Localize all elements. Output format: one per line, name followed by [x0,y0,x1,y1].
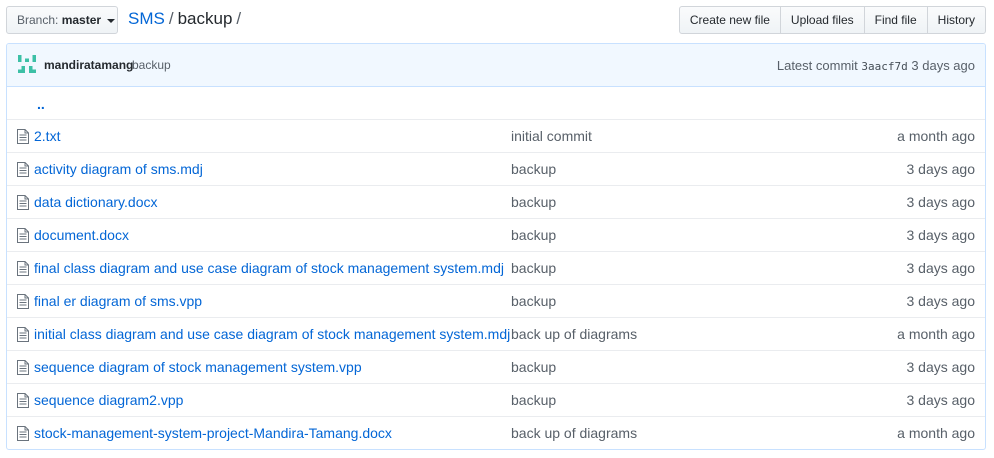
file-text-icon [17,360,29,375]
file-name-link[interactable]: sequence diagram of stock management sys… [34,359,362,375]
branch-label: Branch: [17,13,59,27]
file-name-link[interactable]: 2.txt [34,128,60,144]
latest-commit-info: Latest commit 3aacf7d 3 days ago [777,58,975,73]
breadcrumb: SMS / backup / [128,8,245,30]
file-name-link[interactable]: sequence diagram2.vpp [34,392,183,408]
branch-select-button[interactable]: Branch: master [6,6,118,34]
commit-author-link[interactable]: mandiratamang [44,58,133,72]
file-commit-message-link[interactable]: backup [511,161,556,177]
file-row: stock-management-system-project-Mandira-… [7,416,985,449]
file-commit-message-link[interactable]: backup [511,359,556,375]
file-name-link[interactable]: initial class diagram and use case diagr… [34,326,510,342]
repo-toolbar: Branch: master SMS / backup / Create new fi… [6,6,986,34]
file-age: a month ago [897,128,975,144]
file-row: sequence diagram of stock management sys… [7,350,985,383]
breadcrumb-separator: / [168,9,174,28]
file-row: initial class diagram and use case diagr… [7,317,985,350]
file-list: 2.txt initial commit a month ago activity d… [7,119,985,449]
file-row: 2.txt initial commit a month ago [7,119,985,152]
file-actions-group: Create new file Upload files Find file H… [678,6,986,34]
breadcrumb-trailing-separator: / [236,9,242,28]
identicon-avatar[interactable] [18,55,36,73]
file-age: a month ago [897,326,975,342]
file-age: 3 days ago [906,161,976,177]
parent-directory-link[interactable]: .. [37,96,45,112]
caret-down-icon [107,18,116,23]
file-name-link[interactable]: stock-management-system-project-Mandira-… [34,425,392,441]
file-commit-message-link[interactable]: back up of diagrams [511,326,637,342]
file-text-icon [17,426,29,441]
file-row: final er diagram of sms.vpp backup 3 days … [7,284,985,317]
file-age: a month ago [897,425,975,441]
file-text-icon [17,129,29,144]
file-age: 3 days ago [906,194,976,210]
file-age: 3 days ago [906,293,976,309]
file-text-icon [17,195,29,210]
file-row: activity diagram of sms.mdj backup 3 days … [7,152,985,185]
latest-commit-label: Latest commit [776,58,858,73]
file-commit-message-link[interactable]: backup [511,227,556,243]
file-text-icon [17,327,29,342]
create-new-file-button[interactable]: Create new file [678,6,781,34]
file-text-icon [17,393,29,408]
file-text-icon [17,261,29,276]
file-row: final class diagram and use case diagram… [7,251,985,284]
commit-message-link[interactable]: backup [132,58,171,72]
file-commit-message-link[interactable]: backup [511,392,556,408]
file-commit-message-link[interactable]: backup [511,260,556,276]
file-commit-message-link[interactable]: back up of diagrams [511,425,637,441]
file-commit-message-link[interactable]: backup [511,293,556,309]
file-commit-message-link[interactable]: backup [511,194,556,210]
parent-directory-row: .. [7,87,985,119]
file-name-link[interactable]: final class diagram and use case diagram… [34,260,504,276]
file-name-link[interactable]: final er diagram of sms.vpp [34,293,202,309]
file-commit-message-link[interactable]: initial commit [511,128,592,144]
file-text-icon [17,162,29,177]
file-age: 3 days ago [906,392,976,408]
history-button[interactable]: History [926,6,986,34]
file-age: 3 days ago [906,260,976,276]
file-text-icon [17,294,29,309]
file-name-link[interactable]: data dictionary.docx [34,194,157,210]
branch-value: master [61,13,102,27]
file-row: data dictionary.docx backup 3 days ago [7,185,985,218]
breadcrumb-repo-link[interactable]: SMS [128,9,165,28]
latest-commit-bar: mandiratamang backup Latest commit 3aacf… [7,44,985,87]
file-name-link[interactable]: document.docx [34,227,129,243]
file-row: document.docx backup 3 days ago [7,218,985,251]
find-file-button[interactable]: Find file [863,6,928,34]
file-text-icon [17,228,29,243]
file-age: 3 days ago [906,227,976,243]
commit-age: 3 days ago [911,58,975,73]
file-row: sequence diagram2.vpp backup 3 days ago [7,383,985,416]
file-browser: mandiratamang backup Latest commit 3aacf… [6,43,986,450]
file-name-link[interactable]: activity diagram of sms.mdj [34,161,203,177]
commit-sha-link[interactable]: 3aacf7d [861,60,907,73]
upload-files-button[interactable]: Upload files [779,6,865,34]
file-age: 3 days ago [906,359,976,375]
breadcrumb-current-folder: backup [177,9,233,28]
